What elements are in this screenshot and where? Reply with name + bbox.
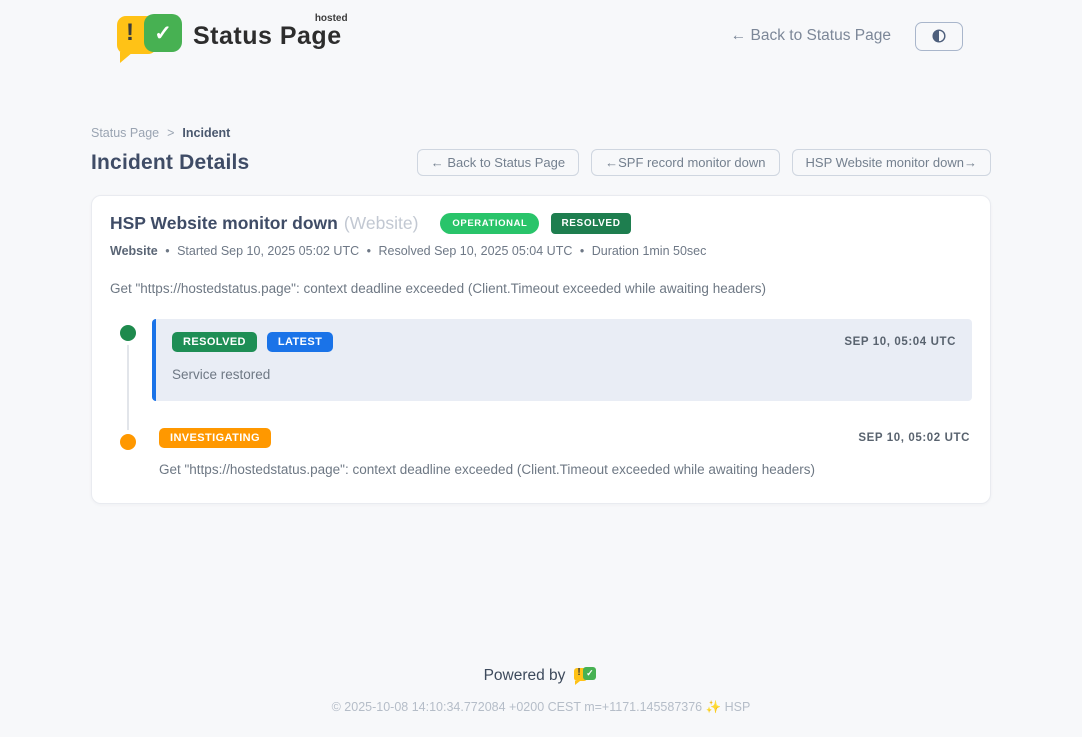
incident-nav-buttons: ← Back to Status Page ←SPF record monito… xyxy=(417,149,991,176)
timeline-latest-badge: LATEST xyxy=(267,332,333,352)
timeline-timestamp: SEP 10, 05:04 UTC xyxy=(844,336,956,348)
incident-component: (Website) xyxy=(344,213,419,234)
powered-by-text: Powered by xyxy=(484,667,566,685)
breadcrumb-status-page[interactable]: Status Page xyxy=(91,126,159,140)
incident-timeline: RESOLVED LATEST SEP 10, 05:04 UTC Servic… xyxy=(110,319,972,477)
breadcrumb: Status Page > Incident xyxy=(91,126,991,140)
back-to-status-page-button[interactable]: ← Back to Status Page xyxy=(417,149,579,176)
meta-separator: • xyxy=(580,244,584,258)
main-content: Status Page > Incident Incident Details … xyxy=(91,126,991,504)
mini-check-square: ✓ xyxy=(583,667,596,680)
meta-started: Started Sep 10, 2025 05:02 UTC xyxy=(177,244,359,258)
timeline-message: Service restored xyxy=(172,367,956,382)
timeline-message: Get "https://hostedstatus.page": context… xyxy=(159,462,970,477)
timeline-dot-investigating xyxy=(120,434,136,450)
timeline-timestamp: SEP 10, 05:02 UTC xyxy=(858,432,970,444)
prev-incident-button[interactable]: ←SPF record monitor down xyxy=(591,149,779,176)
brand-wordmark: Status Page hosted xyxy=(193,22,342,51)
timeline-entry-content: INVESTIGATING SEP 10, 05:02 UTC Get "htt… xyxy=(152,428,972,477)
contrast-icon xyxy=(929,26,949,46)
theme-toggle-button[interactable] xyxy=(915,22,963,51)
incident-card: HSP Website monitor down (Website) OPERA… xyxy=(91,195,991,504)
timeline-entry: RESOLVED LATEST SEP 10, 05:04 UTC Servic… xyxy=(110,319,972,401)
incident-meta: Website • Started Sep 10, 2025 05:02 UTC… xyxy=(110,244,972,258)
meta-resolved: Resolved Sep 10, 2025 05:04 UTC xyxy=(378,244,572,258)
statuspage-logo-icon: ! ✓ xyxy=(117,14,183,58)
statuspage-logo[interactable]: ! ✓ Status Page hosted xyxy=(117,14,342,58)
timeline-resolved-badge: RESOLVED xyxy=(172,332,257,352)
timeline-entry-content: RESOLVED LATEST SEP 10, 05:04 UTC Servic… xyxy=(152,319,972,401)
header: ! ✓ Status Page hosted ← Back to Status … xyxy=(91,0,991,58)
page-title: Incident Details xyxy=(91,151,249,175)
meta-component: Website xyxy=(110,244,158,258)
incident-title: HSP Website monitor down xyxy=(110,213,338,234)
statuspage-mini-logo-icon: ! ✓ xyxy=(574,666,598,686)
meta-separator: • xyxy=(367,244,371,258)
breadcrumb-separator: > xyxy=(167,126,174,140)
timeline-entry: INVESTIGATING SEP 10, 05:02 UTC Get "htt… xyxy=(110,428,972,477)
mini-exclaim-glyph: ! xyxy=(577,667,580,678)
back-to-status-page-link[interactable]: ← Back to Status Page xyxy=(731,27,891,45)
incident-description: Get "https://hostedstatus.page": context… xyxy=(110,281,972,296)
meta-separator: • xyxy=(165,244,169,258)
brand-superscript: hosted xyxy=(315,13,348,24)
exclaim-glyph: ! xyxy=(126,19,134,47)
next-incident-button[interactable]: HSP Website monitor down→ xyxy=(792,149,991,176)
resolved-status-badge: RESOLVED xyxy=(551,213,630,234)
copyright-text: © 2025-10-08 14:10:34.772084 +0200 CEST … xyxy=(0,700,1082,715)
operational-status-badge: OPERATIONAL xyxy=(440,213,539,234)
timeline-investigating-badge: INVESTIGATING xyxy=(159,428,271,448)
logo-check-square: ✓ xyxy=(144,14,182,52)
footer: Powered by ! ✓ © 2025-10-08 14:10:34.772… xyxy=(0,666,1082,715)
timeline-dot-resolved xyxy=(120,325,136,341)
meta-duration: Duration 1min 50sec xyxy=(592,244,707,258)
brand-name: Status Page xyxy=(193,22,342,50)
powered-by-link[interactable]: Powered by ! ✓ xyxy=(484,666,599,686)
check-icon: ✓ xyxy=(154,21,172,46)
breadcrumb-incident: Incident xyxy=(182,126,230,140)
mini-check-icon: ✓ xyxy=(586,668,594,679)
status-page-incident-page: ! ✓ Status Page hosted ← Back to Status … xyxy=(0,0,1082,737)
